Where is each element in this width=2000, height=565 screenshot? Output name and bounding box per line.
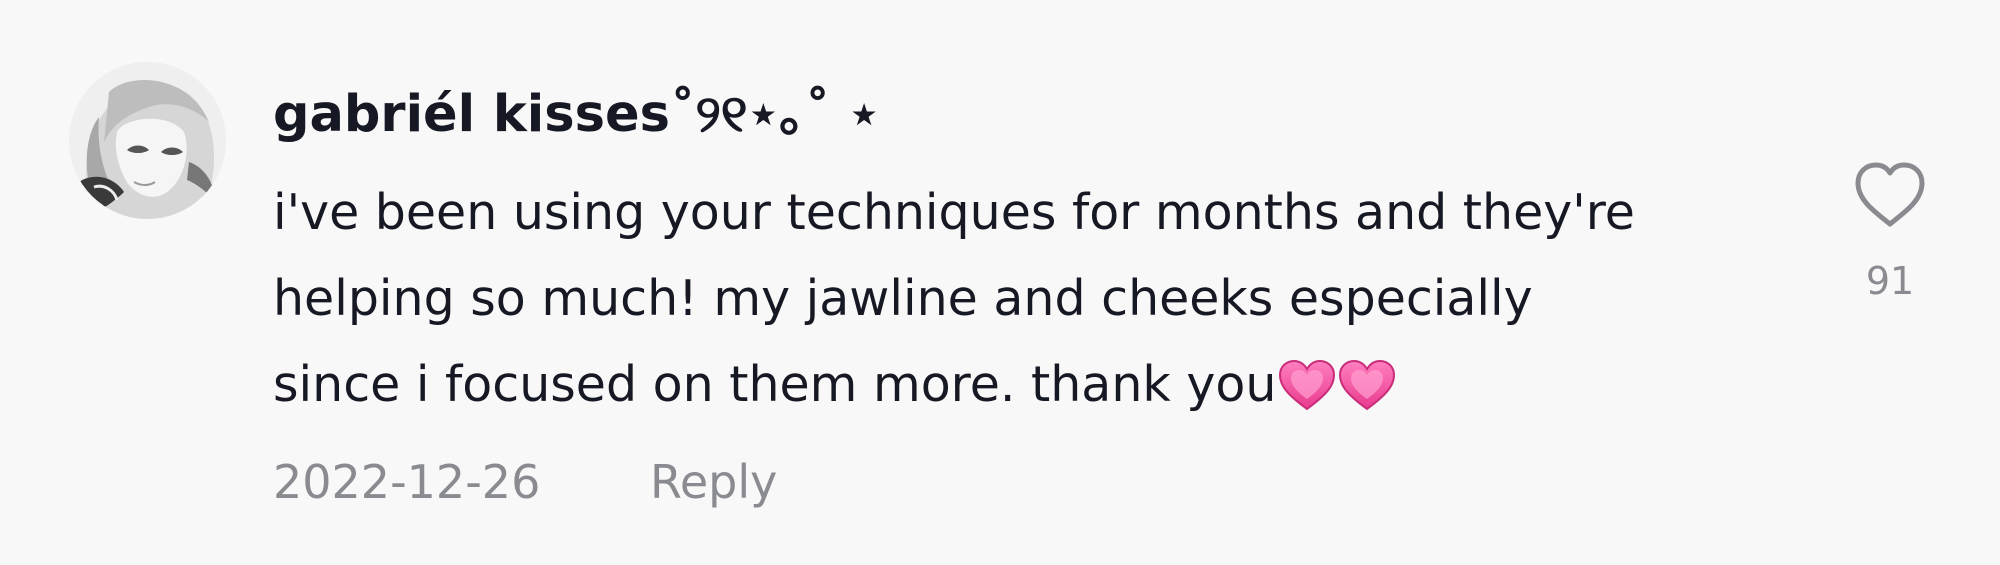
- reply-button[interactable]: Reply: [650, 452, 777, 512]
- comment-text-line: helping so much! my jawline and cheeks e…: [273, 270, 1533, 327]
- comment-item: gabriél kisses˚୨୧⋆｡˚ ⋆ i've been using y…: [0, 0, 2000, 565]
- comment-text-line: i've been using your techniques for mont…: [273, 184, 1635, 241]
- heart-outline-icon[interactable]: [1852, 160, 1928, 230]
- comment-text-line-last: since i focused on them more. thank you: [273, 342, 1803, 428]
- avatar[interactable]: [69, 62, 226, 219]
- like-count: 91: [1865, 259, 1915, 303]
- username[interactable]: gabriél kisses˚୨୧⋆｡˚ ⋆: [273, 82, 880, 148]
- pink-heart-icon: [1278, 359, 1336, 411]
- comment-meta: 2022-12-26 Reply: [273, 452, 777, 512]
- like-group: 91: [1850, 160, 1930, 306]
- pink-heart-icon: [1338, 359, 1396, 411]
- comment-text: i've been using your techniques for mont…: [273, 170, 1803, 428]
- comment-date: 2022-12-26: [273, 455, 541, 509]
- avatar-image: [69, 62, 226, 219]
- comment-text-line-content: since i focused on them more. thank you: [273, 356, 1277, 413]
